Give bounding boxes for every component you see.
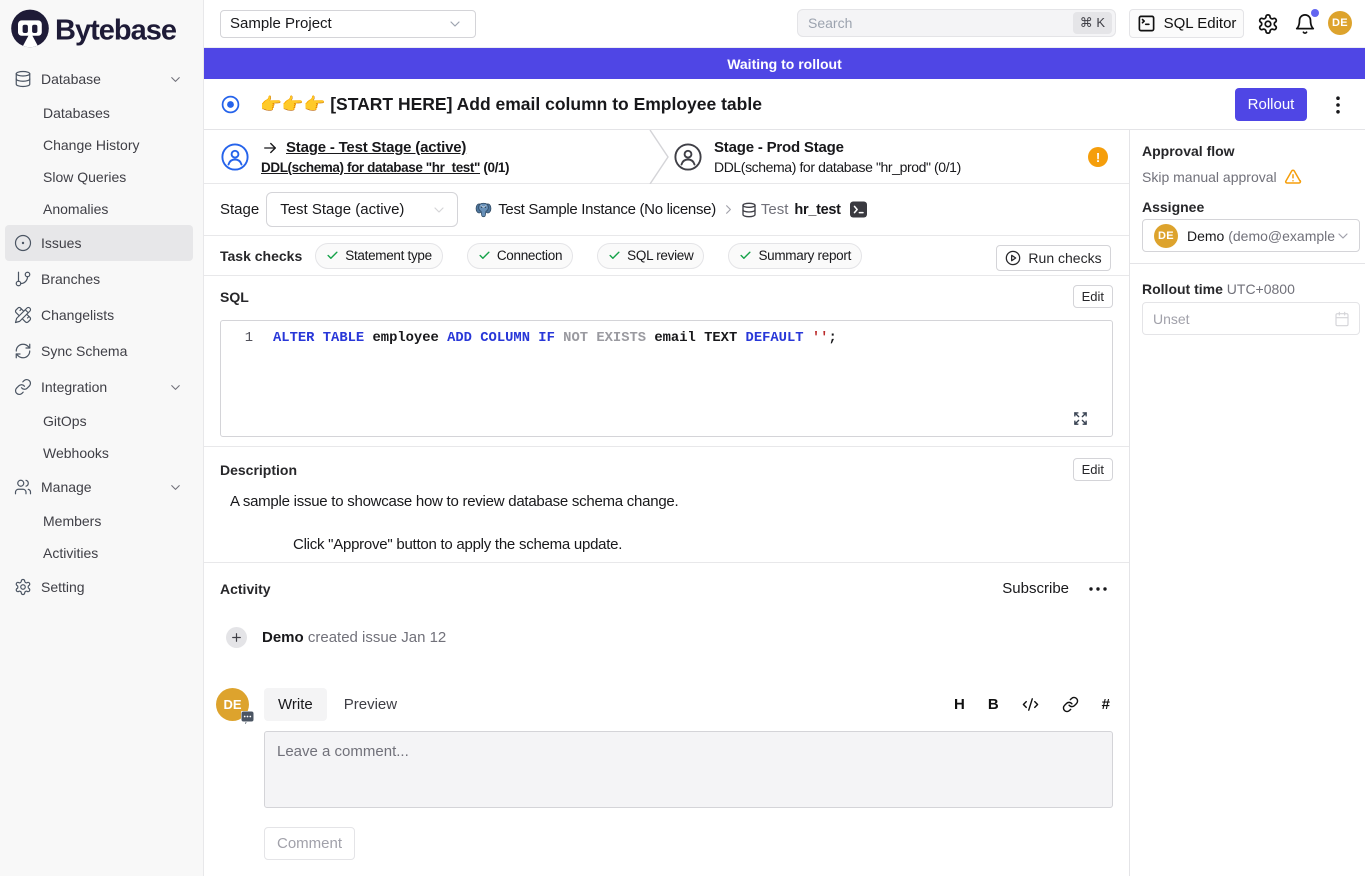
svg-text:Bytebase: Bytebase: [55, 15, 177, 47]
